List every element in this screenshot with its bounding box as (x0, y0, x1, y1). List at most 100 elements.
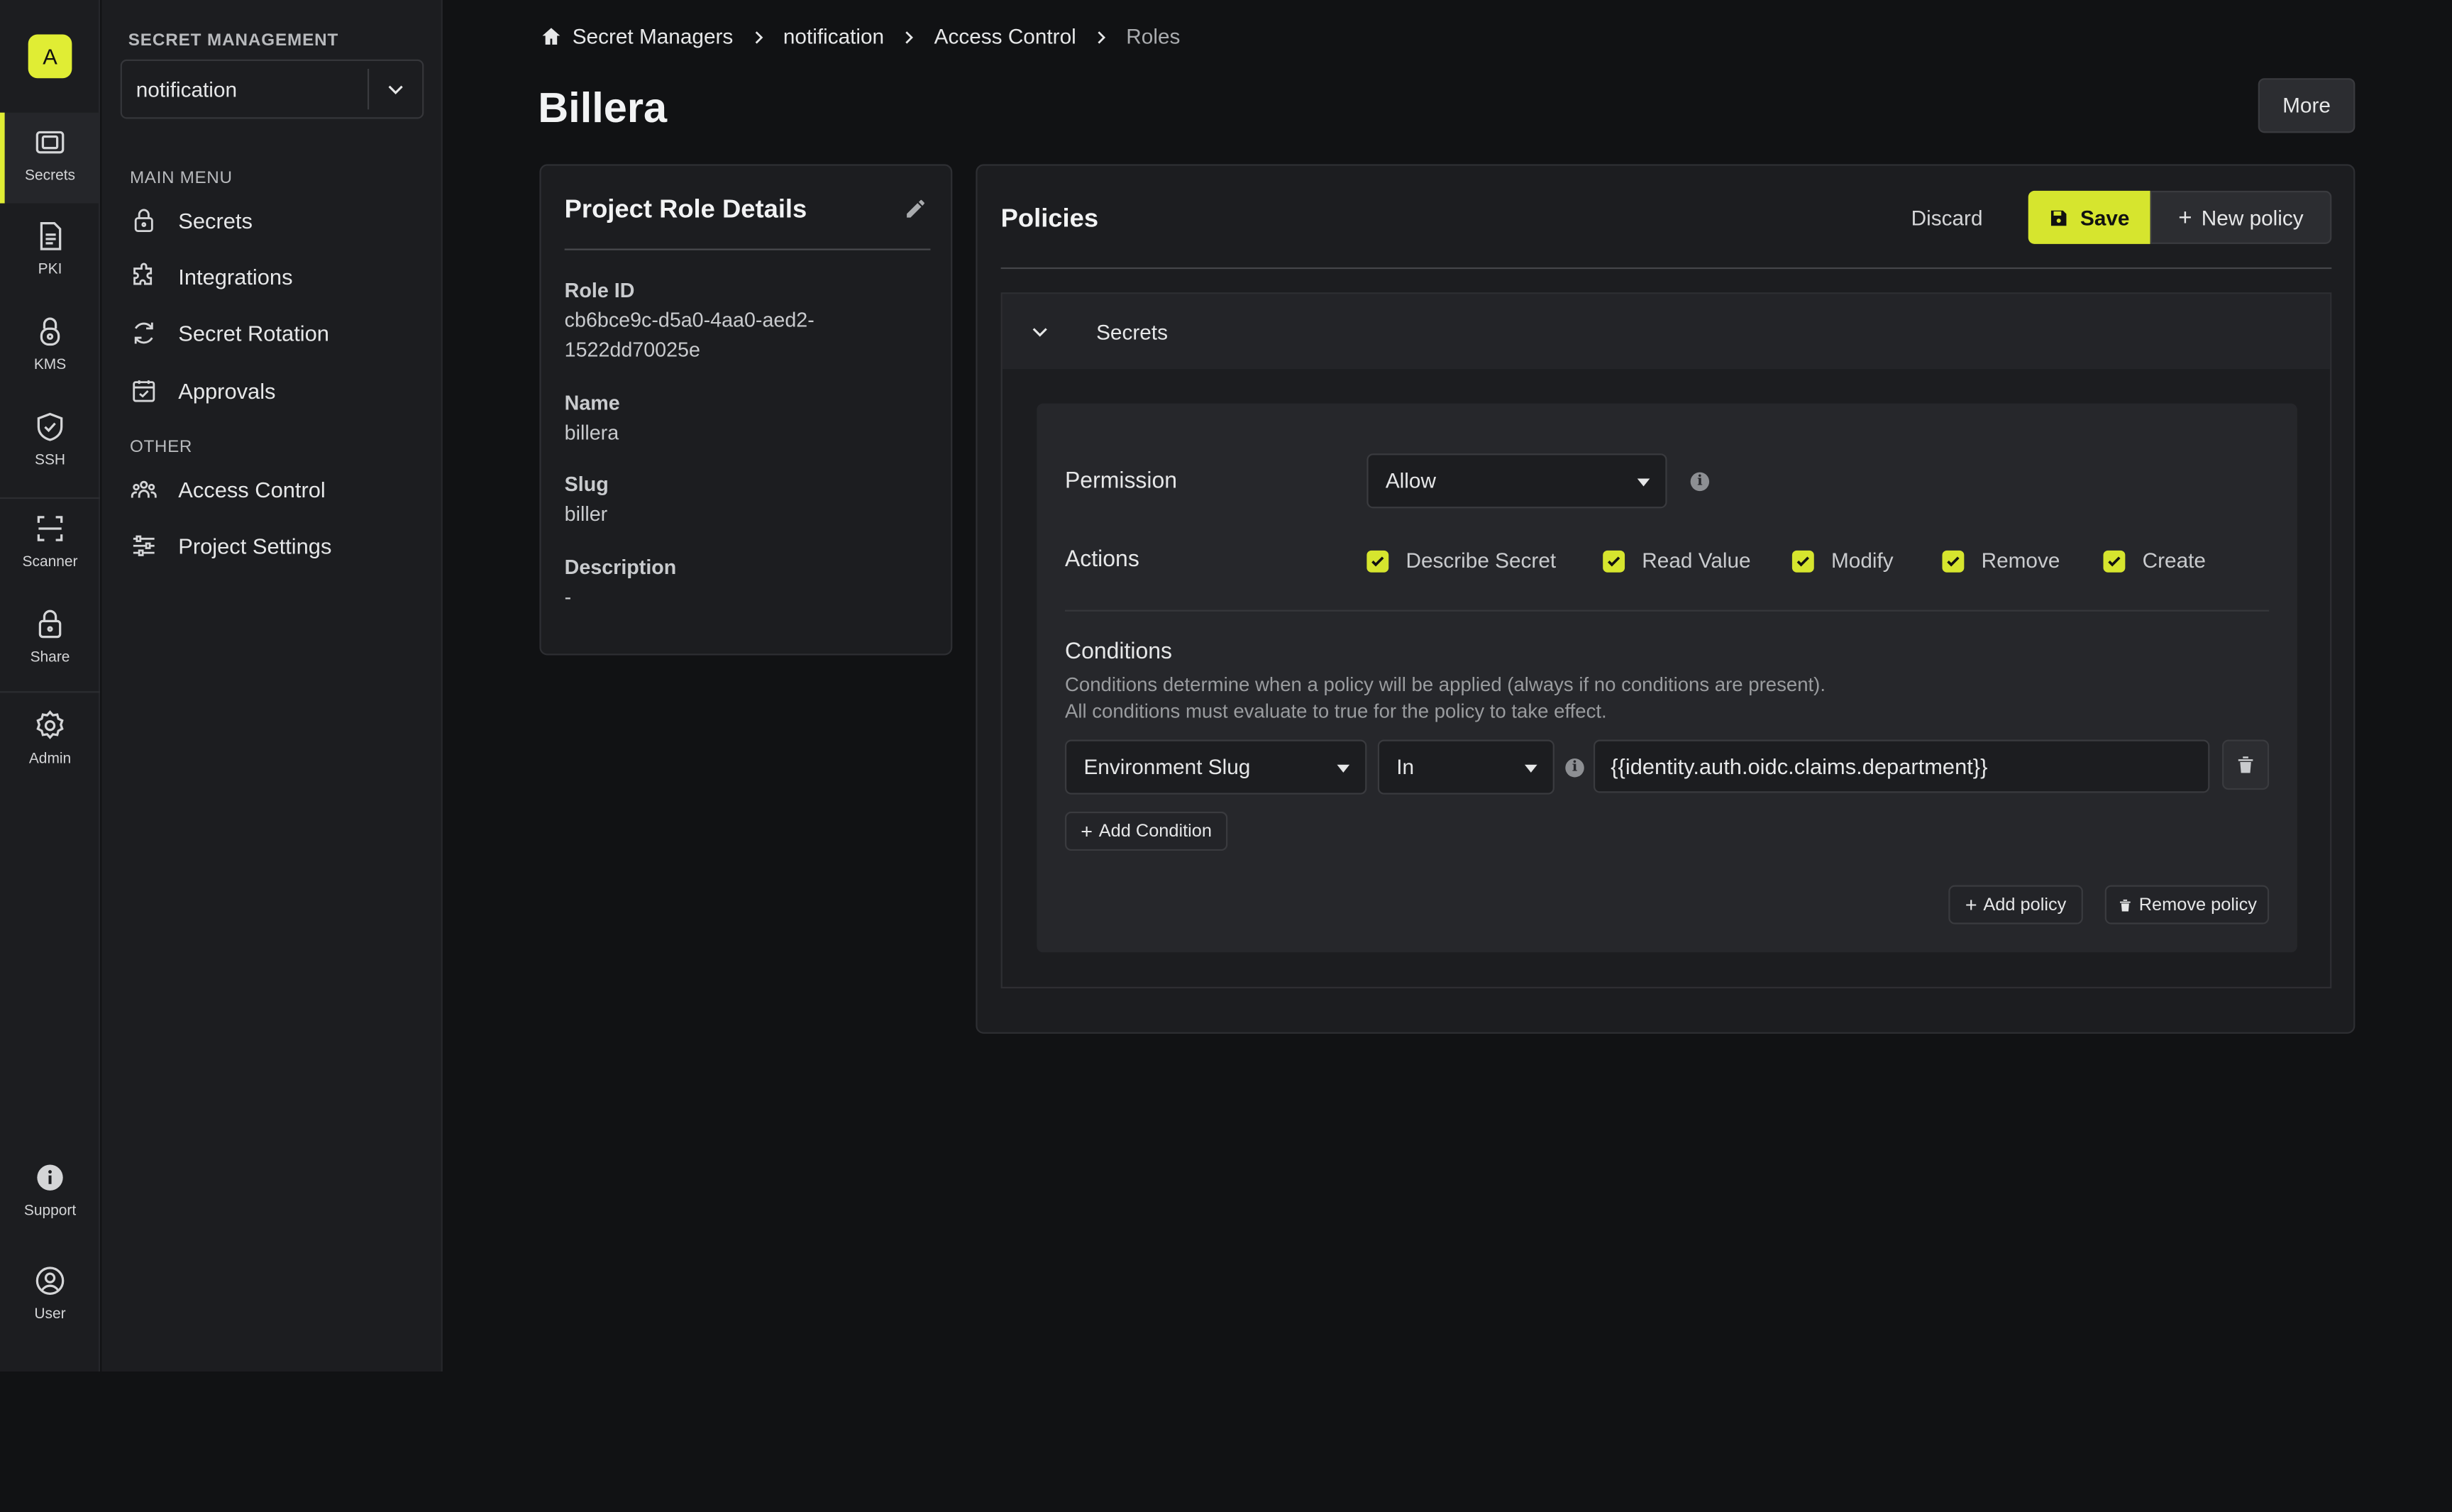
pencil-icon[interactable] (904, 197, 927, 228)
role-details-title: Project Role Details (564, 195, 807, 224)
actions-label: Actions (1064, 547, 1139, 573)
info-icon[interactable]: i (1565, 758, 1584, 778)
sidebar-item-approvals[interactable]: Approvals (130, 370, 427, 411)
sidebar-item-access-control[interactable]: Access Control (130, 469, 427, 509)
sidebar-item-project-settings[interactable]: Project Settings (130, 526, 427, 566)
user-icon (35, 1267, 65, 1295)
permission-select-value: Allow (1385, 469, 1436, 493)
sidebar-item-secret-rotation[interactable]: Secret Rotation (130, 313, 427, 353)
remove-policy-label: Remove policy (2138, 895, 2257, 915)
rail-label: Share (30, 649, 70, 666)
sidebar-item-label: Secrets (178, 208, 253, 233)
sidebar: SECRET MANAGEMENT notification MAIN MENU… (101, 0, 443, 1372)
rail-item-scanner[interactable]: Scanner (0, 499, 100, 590)
policy-section-header[interactable]: Secrets (1002, 294, 2331, 370)
permission-select[interactable]: Allow (1366, 453, 1667, 509)
breadcrumb-item-access-control[interactable]: Access Control (934, 25, 1076, 48)
action-label: Modify (1831, 548, 1894, 573)
rail-label: SSH (34, 451, 66, 470)
shield-check-icon (37, 412, 63, 441)
condition-operator-value: In (1396, 755, 1415, 779)
add-condition-label: Add Condition (1098, 822, 1213, 841)
kms-lock-icon (40, 317, 60, 346)
conditions-description: All conditions must evaluate to true for… (1064, 700, 1607, 723)
rail-item-kms[interactable]: KMS (0, 302, 100, 392)
chevron-right-icon (900, 28, 918, 46)
info-icon (37, 1164, 63, 1191)
conditions-label: Conditions (1064, 639, 1173, 665)
checkmark-icon (1603, 549, 1625, 572)
sidebar-item-label: Approvals (178, 378, 276, 404)
rail-item-admin[interactable]: Admin (0, 696, 100, 787)
action-label: Describe Secret (1406, 548, 1557, 573)
breadcrumb-item-project[interactable]: notification (783, 25, 884, 48)
add-policy-button[interactable]: + Add policy (1948, 885, 2083, 925)
gear-icon (36, 710, 64, 739)
rail-item-support[interactable]: Support (0, 1148, 100, 1239)
breadcrumb-label: Secret Managers (572, 25, 734, 49)
condition-field-select[interactable]: Environment Slug (1064, 739, 1367, 795)
action-checkbox-create[interactable]: Create (2103, 548, 2206, 573)
name-value: billera (564, 420, 619, 444)
users-icon (131, 480, 157, 498)
caret-down-icon (1337, 764, 1350, 773)
rail-label: Admin (28, 750, 72, 768)
rail-label: Secrets (25, 167, 76, 185)
remove-policy-button[interactable]: Remove policy (2104, 885, 2270, 925)
save-label: Save (2080, 205, 2130, 229)
checkmark-icon (2103, 549, 2126, 572)
sidebar-item-secrets[interactable]: Secrets (130, 200, 427, 241)
condition-value-input[interactable]: {{identity.auth.oidc.claims.department}} (1593, 739, 2210, 793)
plus-icon: + (1965, 893, 1977, 917)
chevron-down-icon[interactable] (1003, 321, 1078, 343)
role-id-label: Role ID (564, 278, 635, 302)
action-label: Create (2142, 548, 2206, 573)
checkmark-icon (1366, 549, 1389, 572)
save-button[interactable]: Save (2028, 190, 2150, 244)
plus-icon: + (2178, 204, 2192, 231)
rail-label: KMS (33, 356, 67, 374)
sidebar-item-integrations[interactable]: Integrations (130, 256, 427, 297)
rail-label: Scanner (22, 553, 78, 571)
policy-section-secrets: Secrets Permission Allow i Actions Descr… (1000, 292, 2332, 988)
plus-icon: + (1081, 819, 1093, 844)
name-label: Name (564, 391, 620, 415)
rail-item-user[interactable]: User (0, 1251, 100, 1342)
new-policy-button[interactable]: + New policy (2150, 190, 2332, 244)
page-title: Billera (538, 84, 668, 132)
action-checkbox-describe-secret[interactable]: Describe Secret (1366, 549, 1556, 573)
icon-rail: A Secrets PKI KMS SSH Scanner Share Admi… (0, 0, 101, 1372)
action-checkbox-modify[interactable]: Modify (1791, 548, 1894, 573)
rail-item-secrets[interactable]: Secrets (0, 112, 101, 204)
discard-button[interactable]: Discard (1884, 191, 2009, 244)
conditions-description: Conditions determine when a policy will … (1064, 673, 1826, 696)
action-checkbox-remove[interactable]: Remove (1942, 549, 2060, 573)
delete-condition-button[interactable] (2222, 739, 2270, 790)
policies-title: Policies (1000, 204, 1099, 233)
sidebar-item-label: Access Control (178, 477, 326, 502)
more-button[interactable]: More (2258, 78, 2356, 133)
lock-icon (134, 209, 153, 233)
rail-item-pki[interactable]: PKI (0, 206, 100, 297)
rail-item-ssh[interactable]: SSH (0, 397, 100, 488)
new-policy-label: New policy (2201, 205, 2304, 229)
chevron-right-icon (1092, 28, 1110, 46)
rail-item-share[interactable]: Share (0, 595, 100, 685)
action-label: Remove (1981, 548, 2060, 573)
breadcrumb-item-secret-managers[interactable]: Secret Managers (539, 25, 733, 48)
project-select[interactable]: notification (120, 59, 424, 119)
org-avatar[interactable]: A (28, 34, 72, 79)
checkmark-icon (1942, 549, 1965, 572)
info-icon[interactable]: i (1690, 472, 1710, 492)
condition-field-value: Environment Slug (1083, 755, 1251, 779)
description-value: - (564, 585, 572, 609)
condition-operator-select[interactable]: In (1377, 739, 1554, 795)
chevron-down-icon[interactable] (369, 78, 422, 100)
rail-label: User (34, 1306, 66, 1323)
action-checkbox-read-value[interactable]: Read Value (1603, 549, 1751, 573)
lock-icon (38, 609, 62, 639)
sliders-icon (133, 535, 155, 556)
add-condition-button[interactable]: + Add Condition (1064, 811, 1228, 851)
add-policy-label: Add policy (1983, 895, 2067, 915)
project-select-value: notification (136, 77, 238, 101)
